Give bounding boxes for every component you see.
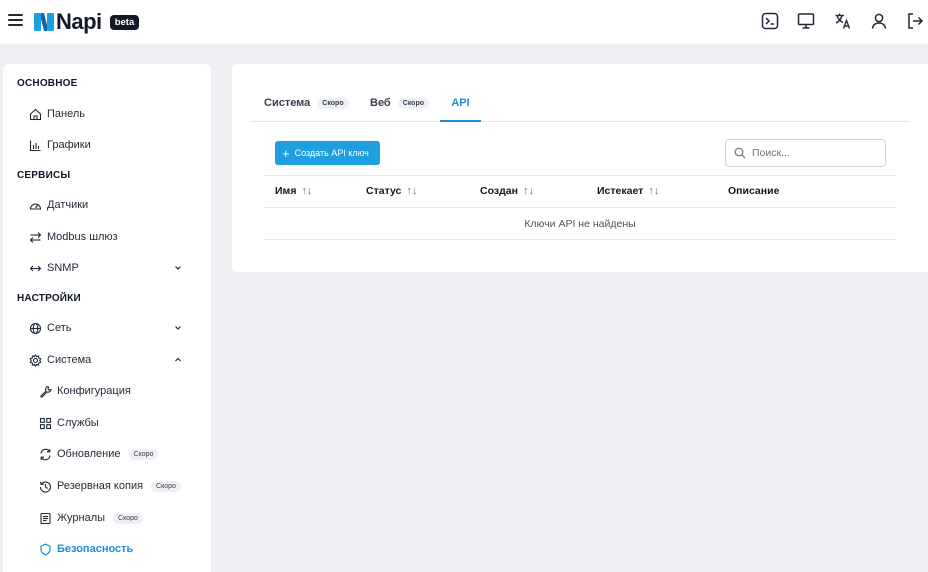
sidebar-item-modbus[interactable]: Modbus шлюз xyxy=(3,226,211,248)
soon-badge: Скоро xyxy=(113,512,143,524)
soon-badge: Скоро xyxy=(151,480,181,492)
column-header-label: Истекает xyxy=(597,185,644,197)
top-header: Napi beta xyxy=(0,0,928,44)
chevron-down-icon[interactable] xyxy=(173,263,183,273)
tab-label: Система xyxy=(264,97,311,109)
monitor-icon[interactable] xyxy=(797,12,815,30)
main-card: Система Скоро Веб Скоро API + Создать AP… xyxy=(232,64,928,272)
sidebar-item-update[interactable]: Обновление Скоро xyxy=(3,443,211,465)
chevron-up-icon[interactable] xyxy=(173,355,183,365)
sidebar-item-label: Графики xyxy=(47,139,91,151)
sidebar-item-label: Датчики xyxy=(47,199,89,211)
sidebar-item-label: Система xyxy=(47,354,92,366)
sidebar: ОСНОВНОЕ Панель Графики СЕРВИСЫ Датчики … xyxy=(3,64,211,572)
sidebar-item-label: Панель xyxy=(47,108,86,120)
logo-icon xyxy=(34,13,54,31)
sidebar-item-label: Сеть xyxy=(47,322,72,334)
grid-icon xyxy=(39,417,52,429)
sidebar-item-configuration[interactable]: Конфигурация xyxy=(3,380,211,402)
tab-api[interactable]: API xyxy=(440,92,481,122)
home-icon xyxy=(29,108,42,120)
column-header-status[interactable]: Статус ↑↓ xyxy=(366,185,417,197)
column-header-label: Описание xyxy=(728,185,780,197)
soon-badge: Скоро xyxy=(128,448,159,460)
sidebar-item-security[interactable]: Безопасность xyxy=(3,538,211,560)
search-input[interactable] xyxy=(752,147,872,159)
column-header-description: Описание xyxy=(728,185,779,197)
sort-icon[interactable]: ↑↓ xyxy=(648,185,659,197)
beta-badge: beta xyxy=(109,14,140,30)
section-title-settings: НАСТРОЙКИ xyxy=(17,293,81,304)
refresh-icon xyxy=(40,448,51,460)
chevron-down-icon[interactable] xyxy=(173,323,183,333)
sidebar-item-network[interactable]: Сеть xyxy=(3,317,211,339)
tab-system[interactable]: Система Скоро xyxy=(264,92,349,122)
logo-text: Napi xyxy=(56,9,102,34)
column-header-name[interactable]: Имя ↑↓ xyxy=(275,185,312,197)
column-header-created[interactable]: Создан ↑↓ xyxy=(480,185,534,197)
wrench-icon xyxy=(40,385,52,398)
bar-chart-icon xyxy=(29,140,41,151)
hamburger-menu-icon[interactable] xyxy=(8,14,23,28)
section-title-services: СЕРВИСЫ xyxy=(17,170,71,181)
sidebar-item-label: Службы xyxy=(57,417,99,429)
settings-tabs: Система Скоро Веб Скоро API xyxy=(250,92,910,122)
column-header-expires[interactable]: Истекает ↑↓ xyxy=(597,185,659,197)
log-icon xyxy=(40,512,51,524)
logout-icon[interactable] xyxy=(906,12,924,30)
sidebar-item-label: Modbus шлюз xyxy=(47,231,118,243)
sidebar-item-sensors[interactable]: Датчики xyxy=(3,194,211,216)
sidebar-item-services[interactable]: Службы xyxy=(3,412,211,434)
sidebar-item-label: SNMP xyxy=(47,262,79,274)
tab-label: Веб xyxy=(370,97,391,109)
sidebar-item-label: Журналы xyxy=(57,512,106,524)
tab-label: API xyxy=(451,97,470,109)
create-api-key-button[interactable]: + Создать API ключ xyxy=(275,141,380,165)
section-title-main: ОСНОВНОЕ xyxy=(17,78,78,89)
sidebar-item-snmp[interactable]: SNMP xyxy=(3,257,211,279)
table-header: Имя ↑↓ Статус ↑↓ Создан ↑↓ Истекает ↑↓ О… xyxy=(264,175,896,208)
sort-icon[interactable]: ↑↓ xyxy=(523,185,534,197)
column-header-label: Создан xyxy=(480,185,518,197)
sort-icon[interactable]: ↑↓ xyxy=(301,185,312,197)
sidebar-item-label: Конфигурация xyxy=(57,385,131,397)
gear-icon xyxy=(29,353,42,367)
table-empty-message: Ключи API не найдены xyxy=(264,208,896,240)
history-icon xyxy=(39,481,52,493)
sort-icon[interactable]: ↑↓ xyxy=(406,185,417,197)
shield-icon xyxy=(40,543,51,555)
translate-icon[interactable] xyxy=(834,12,852,30)
sidebar-item-system[interactable]: Система xyxy=(3,349,211,371)
sidebar-item-label: Обновление xyxy=(57,448,121,460)
terminal-icon[interactable] xyxy=(761,12,779,30)
gauge-icon xyxy=(29,203,42,210)
sidebar-item-charts[interactable]: Графики xyxy=(3,134,211,156)
sidebar-item-backup[interactable]: Резервная копия Скоро xyxy=(3,475,211,497)
soon-badge: Скоро xyxy=(317,98,349,109)
column-header-label: Имя xyxy=(275,185,297,197)
sidebar-item-label: Резервная копия xyxy=(57,480,144,492)
plus-icon: + xyxy=(282,145,290,161)
tab-web[interactable]: Веб Скоро xyxy=(370,92,430,122)
sidebar-item-logs[interactable]: Журналы Скоро xyxy=(3,507,211,529)
arrows-horizontal-icon xyxy=(29,265,42,271)
arrows-exchange-icon xyxy=(29,231,42,243)
search-box[interactable] xyxy=(725,139,886,167)
logo[interactable]: Napi beta xyxy=(34,8,140,36)
sidebar-item-dashboard[interactable]: Панель xyxy=(3,103,211,125)
soon-badge: Скоро xyxy=(397,98,430,109)
globe-icon xyxy=(29,322,42,334)
user-icon[interactable] xyxy=(870,12,888,30)
sidebar-item-label: Безопасность xyxy=(57,543,134,555)
search-icon xyxy=(734,147,746,159)
column-header-label: Статус xyxy=(366,185,402,197)
create-api-key-label: Создать API ключ xyxy=(294,148,369,158)
